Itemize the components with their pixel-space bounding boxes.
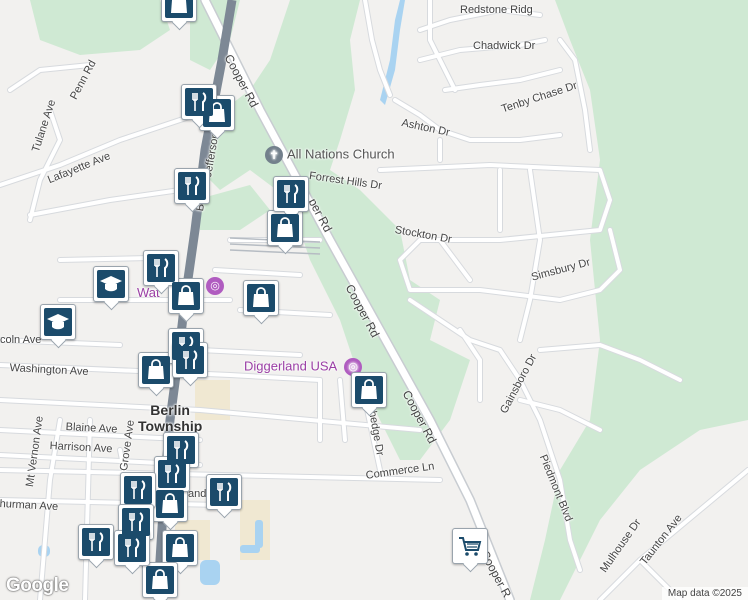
fork-knife-icon xyxy=(183,350,198,369)
fork-knife-icon xyxy=(125,538,140,557)
poi-diggerland-usa[interactable]: Diggerland USA ◎ xyxy=(244,358,363,376)
shopping-pin[interactable] xyxy=(267,210,303,246)
fork-knife-icon xyxy=(217,482,232,501)
graduation-cap-icon xyxy=(47,314,69,330)
shopping-bag-icon xyxy=(162,493,178,513)
shopping-bag-icon xyxy=(172,537,188,557)
shopping-bag-icon xyxy=(178,285,194,305)
map-attribution[interactable]: Map data ©2025 xyxy=(661,587,748,600)
shopping-pin[interactable] xyxy=(351,372,387,408)
street-label-chadwick: Chadwick Dr xyxy=(473,40,536,52)
fork-knife-icon xyxy=(165,464,180,483)
map-canvas[interactable]: Berlin Township ✝ All Nations Church Digg… xyxy=(0,0,748,600)
google-logo: Google xyxy=(6,575,69,596)
shopping-pin[interactable] xyxy=(168,278,204,314)
cross-icon: ✝ xyxy=(265,146,283,164)
school-pin[interactable] xyxy=(93,266,129,302)
shopping-pin[interactable] xyxy=(138,352,174,388)
street-label-redstone-ridge: Redstone Ridg xyxy=(460,4,533,16)
shopping-bag-icon xyxy=(277,217,293,237)
graduation-cap-icon xyxy=(100,276,122,292)
restaurant-pin[interactable] xyxy=(143,250,179,286)
restaurant-pin[interactable] xyxy=(114,530,150,566)
shopping-pin[interactable] xyxy=(162,530,198,566)
poi-all-nations-church[interactable]: ✝ All Nations Church xyxy=(265,146,395,164)
shopping-pin[interactable] xyxy=(152,486,188,522)
fork-knife-icon xyxy=(192,92,207,111)
restaurant-pin[interactable] xyxy=(154,456,190,492)
restaurant-pin[interactable] xyxy=(273,176,309,212)
restaurant-pin[interactable] xyxy=(206,474,242,510)
shopping-bag-icon xyxy=(361,379,377,399)
shopping-bag-icon xyxy=(152,569,168,589)
shopping-bag-icon xyxy=(148,359,164,379)
shopping-bag-icon xyxy=(253,287,269,307)
school-pin[interactable] xyxy=(40,304,76,340)
restaurant-pin[interactable] xyxy=(174,168,210,204)
shopping-cart-icon xyxy=(459,537,482,556)
shopping-bag-icon xyxy=(171,0,187,13)
restaurant-pin[interactable] xyxy=(181,84,217,120)
fork-knife-icon xyxy=(89,532,104,551)
restaurant-pin[interactable] xyxy=(120,472,156,508)
restaurant-pin[interactable] xyxy=(172,342,208,378)
place-label-berlin-township: Berlin Township xyxy=(138,402,203,434)
fork-knife-icon xyxy=(129,512,144,531)
restaurant-pin[interactable] xyxy=(78,524,114,560)
street-label-and-partial: and xyxy=(188,488,207,500)
camera-icon[interactable]: ◎ xyxy=(206,277,224,295)
shopping-pin[interactable] xyxy=(243,280,279,316)
fork-knife-icon xyxy=(131,480,146,499)
fork-knife-icon xyxy=(284,184,299,203)
fork-knife-icon xyxy=(154,258,169,277)
shopping-pin[interactable] xyxy=(142,562,178,598)
fork-knife-icon xyxy=(185,176,200,195)
shopping-pin[interactable] xyxy=(161,0,197,22)
street-label-lincoln: coln Ave xyxy=(0,334,42,346)
supermarket-pin[interactable] xyxy=(452,528,488,564)
